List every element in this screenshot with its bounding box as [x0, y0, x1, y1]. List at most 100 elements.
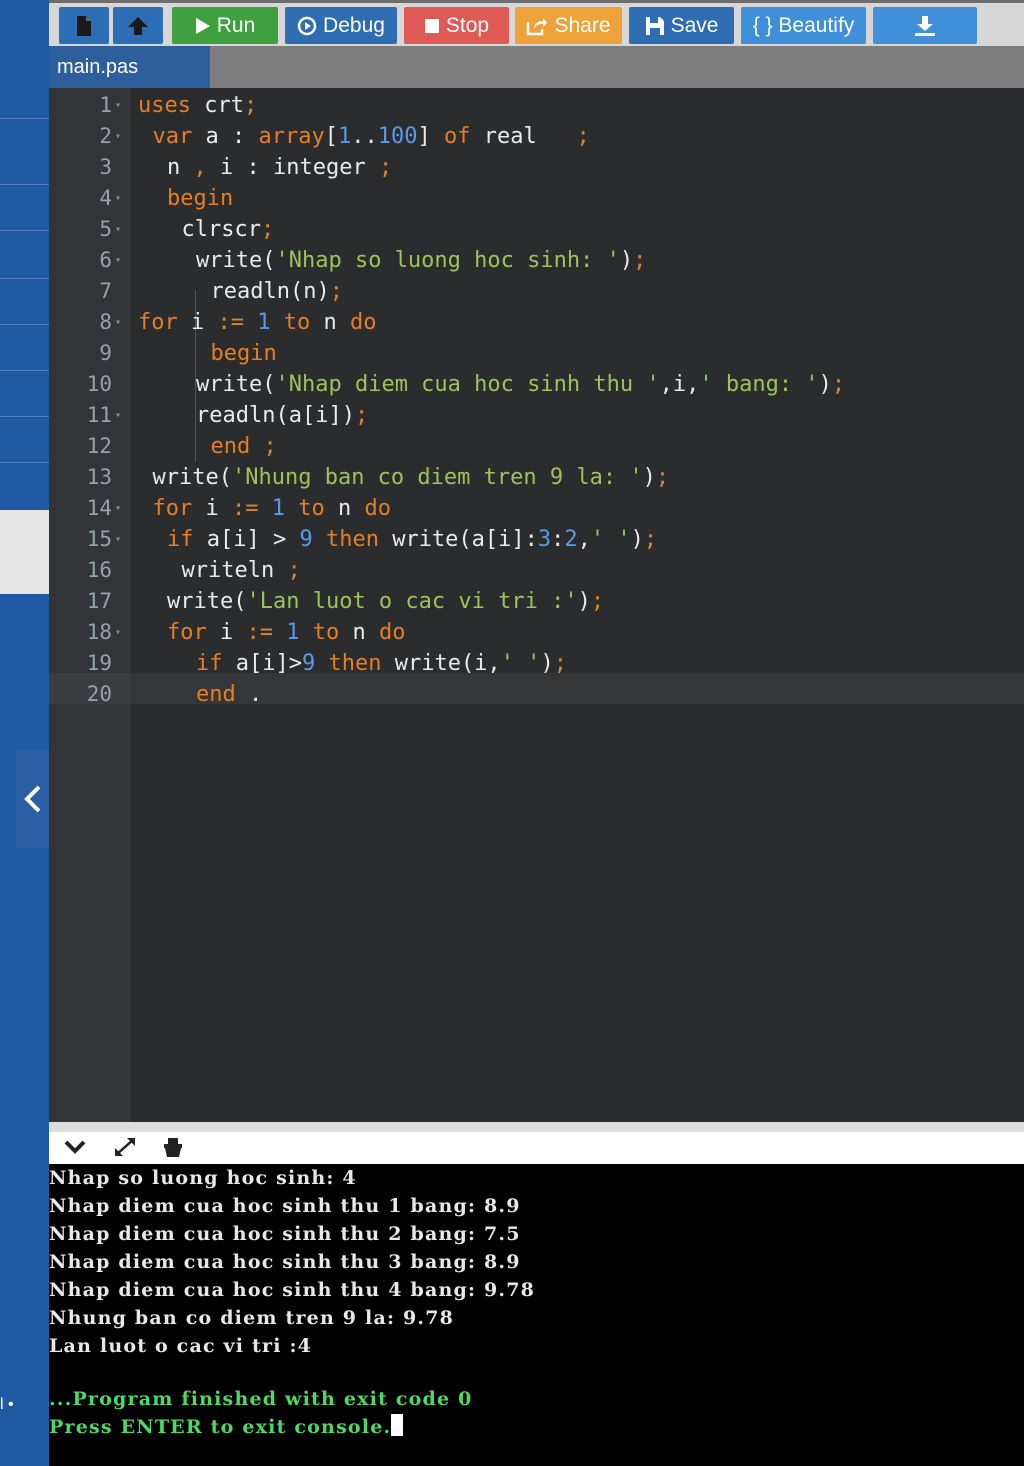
code-text: var a : array[1..100] of real ; [152, 124, 590, 149]
line-number: 14 [86, 496, 112, 520]
line-number: 4 [99, 186, 112, 210]
new-file-icon [77, 15, 91, 36]
code-text: write('Lan luot o cac vi tri :'); [167, 589, 605, 614]
code-line[interactable]: 16 writeln ; [49, 555, 1024, 586]
save-button[interactable]: Save [629, 7, 734, 44]
code-text: if a[i]>9 then write(i,' '); [196, 651, 567, 676]
code-line[interactable]: 4 ▾ begin [49, 183, 1024, 214]
code-line[interactable]: 7 readln(n); [49, 276, 1024, 307]
code-line[interactable]: 15 ▾ if a[i] > 9 then write(a[i]:3:2,' '); [49, 524, 1024, 555]
share-button-label: Share [554, 13, 611, 37]
run-button[interactable]: Run [172, 7, 278, 44]
console-exit-message: ...Program finished with exit code 0 [49, 1388, 473, 1410]
beautify-button-label: { } Beautify [752, 13, 855, 37]
console-output[interactable]: Nhap so luong hoc sinh: 4 Nhap diem cua h… [49, 1164, 1024, 1466]
code-text: end ; [210, 434, 277, 459]
code-text: n , i : integer ; [167, 155, 393, 180]
code-line[interactable]: 19 if a[i]>9 then write(i,' '); [49, 648, 1024, 679]
debug-button-label: Debug [323, 13, 385, 37]
code-line[interactable]: 5 ▾ clrscr; [49, 214, 1024, 245]
code-line[interactable]: 20 end . [49, 679, 1024, 710]
new-file-button[interactable] [59, 7, 109, 44]
line-number: 9 [99, 341, 112, 365]
fold-arrow-icon[interactable]: ▾ [115, 183, 121, 214]
code-line[interactable]: 12 end ; [49, 431, 1024, 462]
download-icon [915, 15, 935, 36]
console-line: Nhap so luong hoc sinh: 4 [49, 1167, 357, 1189]
code-line[interactable]: 2 ▾ var a : array[1..100] of real ; [49, 121, 1024, 152]
console-cursor [391, 1414, 404, 1436]
line-number: 6 [99, 248, 112, 272]
code-line[interactable]: 18 ▾ for i := 1 to n do [49, 617, 1024, 648]
code-text: end . [196, 682, 263, 707]
collapse-terminal-button[interactable] [63, 1136, 87, 1162]
fold-arrow-icon[interactable]: ▾ [115, 617, 121, 648]
line-number: 19 [86, 651, 112, 675]
sidebar-divider [0, 324, 49, 325]
code-text: clrscr; [181, 217, 275, 242]
run-button-label: Run [216, 13, 256, 37]
download-button[interactable] [873, 7, 977, 44]
debug-button[interactable]: Debug [285, 7, 397, 44]
code-line[interactable]: 9 begin [49, 338, 1024, 369]
left-sidebar: l • [0, 0, 49, 1466]
fold-arrow-icon[interactable]: ▾ [115, 90, 121, 121]
fold-arrow-icon[interactable]: ▾ [115, 214, 121, 245]
terminal-toolbar [49, 1122, 1024, 1164]
clear-console-button[interactable] [161, 1136, 185, 1164]
stop-icon [424, 18, 439, 33]
code-line[interactable]: 13 write('Nhung ban co diem tren 9 la: ')… [49, 462, 1024, 493]
console-line: Lan luot o cac vi tri :4 [49, 1335, 313, 1357]
fold-arrow-icon[interactable]: ▾ [115, 400, 121, 431]
collapse-sidebar-button[interactable] [16, 750, 49, 848]
fold-arrow-icon[interactable]: ▾ [115, 493, 121, 524]
line-number: 16 [86, 558, 112, 582]
fold-arrow-icon[interactable]: ▾ [115, 307, 121, 338]
code-text: begin [210, 341, 277, 366]
stop-button[interactable]: Stop [404, 7, 509, 44]
line-number: 10 [86, 372, 112, 396]
toolbar: Run Debug Stop Share Save { } Beautify [49, 0, 1024, 46]
console-press-enter-message: Press ENTER to exit console. [49, 1413, 404, 1441]
code-line[interactable]: 17 write('Lan luot o cac vi tri :'); [49, 586, 1024, 617]
sidebar-divider [0, 416, 49, 417]
debug-icon [297, 16, 317, 35]
sidebar-divider [0, 278, 49, 279]
file-tab-bar: main.pas [49, 46, 1024, 88]
expand-terminal-button[interactable] [113, 1136, 137, 1164]
line-number: 1 [99, 93, 112, 117]
fold-arrow-icon[interactable]: ▾ [115, 245, 121, 276]
code-line[interactable]: 10 write('Nhap diem cua hoc sinh thu ',i,… [49, 369, 1024, 400]
code-text: readln(n); [210, 279, 343, 304]
upload-button[interactable] [113, 7, 163, 44]
console-line: Nhap diem cua hoc sinh thu 3 bang: 8.9 [49, 1251, 521, 1273]
fold-arrow-icon[interactable]: ▾ [115, 121, 121, 152]
share-button[interactable]: Share [515, 7, 622, 44]
line-number: 17 [86, 589, 112, 613]
code-line[interactable]: 8 ▾ for i := 1 to n do [49, 307, 1024, 338]
fold-arrow-icon[interactable]: ▾ [115, 524, 121, 555]
line-number: 18 [86, 620, 112, 644]
console-line: Nhung ban co diem tren 9 la: 9.78 [49, 1307, 455, 1329]
upload-icon [128, 16, 148, 35]
code-line[interactable]: 11 ▾ readln(a[i]); [49, 400, 1024, 431]
line-number: 11 [86, 403, 112, 427]
code-text: for i := 1 to n do [138, 310, 377, 335]
stop-button-label: Stop [445, 13, 490, 37]
line-number: 5 [99, 217, 112, 241]
code-editor[interactable]: 1 ▾ uses crt; 2 ▾ var a : array[1..100] of re… [49, 88, 1024, 1122]
line-number: 13 [86, 465, 112, 489]
code-text: if a[i] > 9 then write(a[i]:3:2,' '); [167, 527, 658, 552]
sidebar-footer-text: l • [0, 1396, 14, 1413]
code-line[interactable]: 14 ▾ for i := 1 to n do [49, 493, 1024, 524]
save-icon [645, 16, 664, 35]
sidebar-item-highlighted[interactable] [0, 510, 49, 594]
tab-main-pas[interactable]: main.pas [49, 46, 210, 88]
code-line[interactable]: 3 n , i : integer ; [49, 152, 1024, 183]
code-text: for i := 1 to n do [167, 620, 406, 645]
save-button-label: Save [670, 13, 719, 37]
code-line[interactable]: 6 ▾ write('Nhap so luong hoc sinh: '); [49, 245, 1024, 276]
console-line: Nhap diem cua hoc sinh thu 4 bang: 9.78 [49, 1279, 536, 1301]
beautify-button[interactable]: { } Beautify [741, 7, 866, 44]
code-line[interactable]: 1 ▾ uses crt; [49, 90, 1024, 121]
